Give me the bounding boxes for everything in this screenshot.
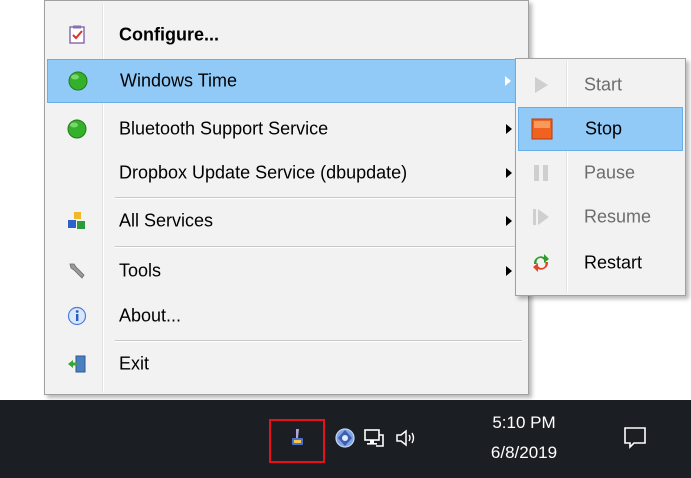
menu-item-bluetooth-support-service[interactable]: Bluetooth Support Service [47,107,526,151]
menu-item-label: Configure... [119,24,219,45]
restart-icon [533,254,549,272]
submenu-item-label: Pause [584,162,636,183]
network-icon[interactable] [362,426,386,450]
menu-item-label: Exit [119,353,150,374]
menu-item-label: Dropbox Update Service (dbupdate) [119,162,408,183]
submenu-arrow-icon [506,124,512,134]
menu-item-all-services[interactable]: All Services [47,199,526,243]
menu-item-label: Windows Time [120,70,238,91]
menu-item-label: About... [119,305,182,326]
menu-item-about[interactable]: About... [47,294,526,338]
service-submenu: Start Stop Pause Resume Restart [515,58,686,296]
exit-icon [68,355,86,373]
menu-item-label: All Services [119,210,214,231]
menu-item-exit[interactable]: Exit [47,342,526,386]
globe-icon[interactable] [333,426,357,450]
clock-date: 6/8/2019 [490,443,558,462]
menu-item-tools[interactable]: Tools [47,249,526,293]
pause-icon [534,165,548,181]
submenu-item-start[interactable]: Start [518,63,683,107]
wrench-icon [69,263,85,279]
submenu-item-label: Stop [585,118,623,139]
green-status-icon [67,119,87,139]
submenu-item-stop[interactable]: Stop [518,107,683,151]
clock-time: 5:10 PM [492,413,556,432]
system-clock[interactable]: 5:10 PM 6/8/2019 [484,408,564,468]
menu-item-label: Tools [119,260,162,281]
menu-item-windows-time[interactable]: Windows Time [47,59,526,103]
submenu-item-label: Resume [584,206,652,227]
menu-item-dropbox-update-service[interactable]: Dropbox Update Service (dbupdate) [47,151,526,195]
menu-item-configure[interactable]: Configure... [47,13,526,57]
submenu-arrow-icon [505,76,511,86]
menu-item-label: Bluetooth Support Service [119,118,329,139]
service-tray-icon[interactable] [285,426,309,450]
submenu-item-restart[interactable]: Restart [518,241,683,285]
play-icon [535,77,548,93]
speaker-icon[interactable] [394,426,418,450]
services-icon [68,212,85,229]
info-icon [67,306,87,326]
submenu-arrow-icon [506,266,512,276]
menu-separator [115,246,522,248]
checklist-icon [69,25,85,44]
submenu-item-pause[interactable]: Pause [518,151,683,195]
taskbar: 5:10 PM 6/8/2019 [0,400,691,478]
context-menu: Configure... Windows Time Bluetooth Supp… [44,0,529,395]
submenu-arrow-icon [506,216,512,226]
submenu-item-label: Restart [584,252,643,273]
submenu-arrow-icon [506,168,512,178]
stop-icon [531,118,553,140]
notification-icon[interactable] [622,424,648,450]
submenu-item-label: Start [584,74,623,95]
play-icon [533,209,549,225]
green-status-icon [68,71,88,91]
submenu-item-resume[interactable]: Resume [518,195,683,239]
